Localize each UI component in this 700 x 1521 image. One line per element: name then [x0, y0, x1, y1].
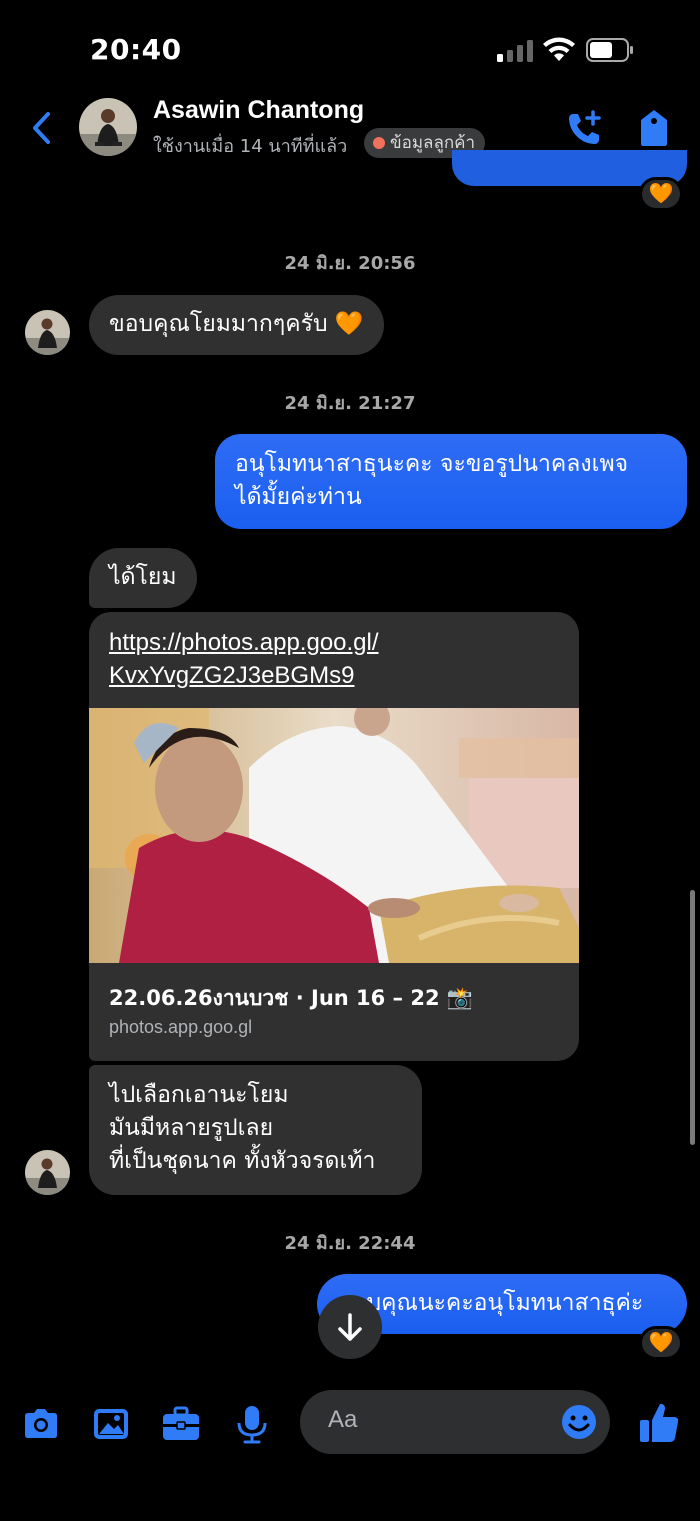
battery-icon	[586, 38, 633, 62]
link-preview-image[interactable]	[89, 708, 579, 963]
link-url-line: KvxYvgZG2J3eBGMs9	[109, 662, 355, 689]
back-button[interactable]	[26, 108, 56, 148]
briefcase-icon[interactable]	[161, 1404, 201, 1444]
tag-dot-icon	[373, 137, 385, 149]
sender-avatar[interactable]	[25, 1150, 70, 1195]
status-time: 20:40	[90, 33, 182, 66]
wifi-icon	[543, 37, 575, 61]
signal-icon	[497, 40, 533, 62]
timestamp: 24 มิ.ย. 22:44	[284, 1233, 416, 1254]
sender-avatar[interactable]	[25, 310, 70, 355]
composer-bar: Aa	[0, 1390, 700, 1460]
message-line: อนุโมทนาสาธุนะคะ จะขอรูปนาคลงเพจ	[235, 451, 629, 477]
label-tag-icon[interactable]	[637, 108, 671, 148]
microphone-icon[interactable]	[232, 1404, 272, 1444]
message-input-placeholder: Aa	[328, 1406, 358, 1433]
scroll-to-bottom-button[interactable]	[318, 1295, 382, 1359]
add-call-icon[interactable]	[565, 108, 605, 148]
incoming-message[interactable]: ขอบคุณโยมมากๆครับ 🧡	[89, 295, 384, 355]
message-line: ไปเลือกเอานะโยม	[109, 1082, 289, 1108]
status-bar: 20:40	[0, 0, 700, 100]
camera-icon[interactable]	[21, 1404, 61, 1444]
arrow-down-icon	[338, 1313, 362, 1341]
message-line: ได้มั้ยค่ะท่าน	[235, 484, 362, 510]
contact-name[interactable]: Asawin Chantong	[153, 96, 364, 125]
link-domain: photos.app.goo.gl	[109, 1017, 253, 1037]
message-line: ที่เป็นชุดนาค ทั้งหัวจรดเท้า	[109, 1148, 376, 1174]
message-line: มันมีหลายรูปเลย	[109, 1115, 274, 1141]
scrollbar[interactable]	[690, 890, 695, 1145]
incoming-message[interactable]: ได้โยม	[89, 548, 197, 608]
timestamp: 24 มิ.ย. 21:27	[284, 393, 416, 414]
heart-reaction[interactable]: 🧡	[639, 1326, 683, 1360]
outgoing-message[interactable]: อนุโมทนาสาธุนะคะ จะขอรูปนาคลงเพจ ได้มั้ย…	[215, 434, 687, 529]
thumbs-up-icon[interactable]	[638, 1400, 680, 1444]
link-preview-card[interactable]: https://photos.app.goo.gl/ KvxYvgZG2J3eB…	[89, 612, 579, 1061]
last-active-status: ใช้งานเมื่อ 14 นาทีที่แล้ว	[153, 136, 348, 157]
heart-reaction[interactable]: 🧡	[639, 177, 683, 211]
incoming-message[interactable]: ไปเลือกเอานะโยม มันมีหลายรูปเลย ที่เป็นช…	[89, 1065, 422, 1195]
timestamp: 24 มิ.ย. 20:56	[284, 253, 416, 274]
link-url-line: https://photos.app.goo.gl/	[109, 629, 379, 656]
contact-avatar[interactable]	[79, 98, 137, 156]
message-input[interactable]: Aa	[300, 1390, 610, 1454]
link-title: 22.06.26งานบวช · Jun 16 – 22 📸	[109, 986, 474, 1010]
link-url[interactable]: https://photos.app.goo.gl/ KvxYvgZG2J3eB…	[109, 626, 559, 692]
gallery-icon[interactable]	[91, 1404, 131, 1444]
emoji-icon[interactable]	[560, 1403, 598, 1441]
